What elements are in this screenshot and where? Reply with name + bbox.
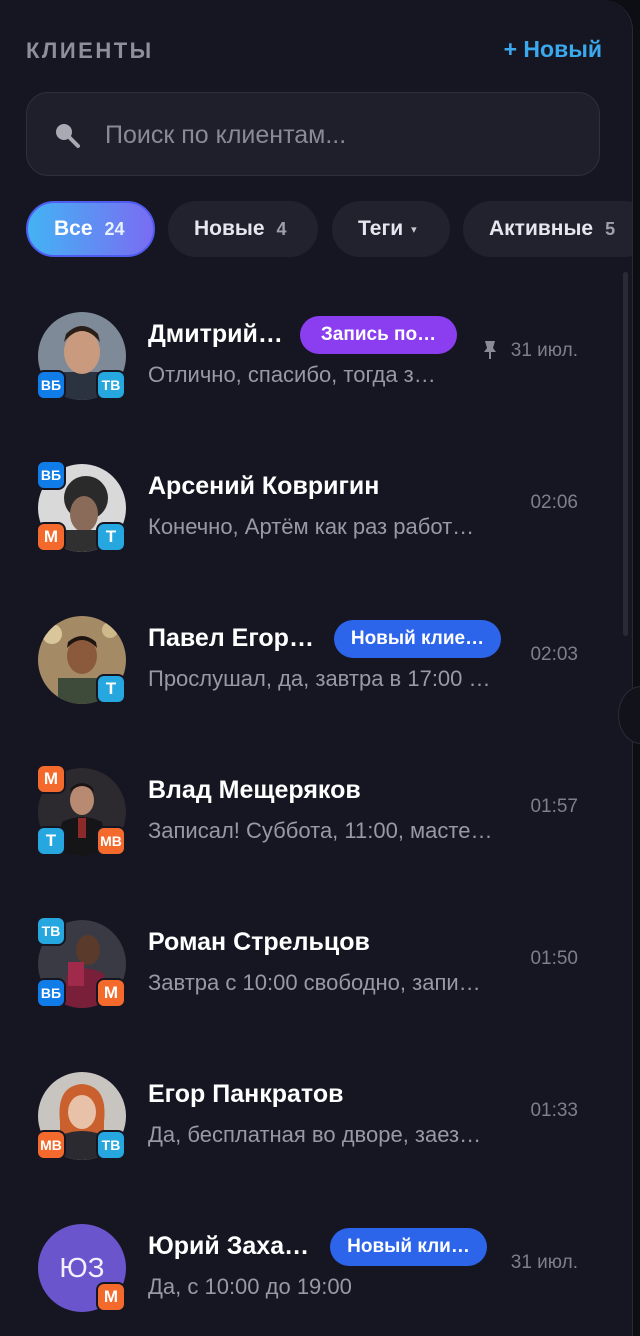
max-badge: М (96, 1282, 126, 1312)
client-time: 01:57 (530, 796, 578, 817)
client-name: Павел Егор… (148, 624, 314, 652)
filter-all[interactable]: Все 24 (26, 201, 155, 257)
filter-count: 4 (276, 218, 287, 239)
vk-badge: ВБ (36, 978, 66, 1008)
filter-label: Новые (194, 217, 265, 240)
client-name: Юрий Заха… (148, 1232, 310, 1260)
scrollbar[interactable] (623, 272, 628, 636)
client-name: Арсений Ковригин (148, 472, 380, 500)
client-tag: Запись по… (300, 316, 457, 354)
client-preview: Да, с 10:00 до 19:00 (148, 1274, 352, 1299)
search-input[interactable] (103, 93, 577, 177)
telegram-badge: ТВ (96, 1130, 126, 1160)
client-time: 01:50 (530, 948, 578, 969)
client-time: 02:06 (530, 492, 578, 513)
client-row[interactable]: ЮЗ М Юрий Заха… Новый кли… 31 июл. Да, с… (0, 1210, 620, 1330)
client-name: Дмитрий… (148, 320, 283, 348)
panel-title: КЛИЕНТЫ (26, 38, 154, 63)
search-icon (56, 124, 80, 148)
client-preview: Конечно, Артём как раз работ… (148, 514, 475, 539)
filter-label: Активные (489, 217, 594, 240)
client-time: 02:03 (530, 644, 578, 665)
filter-label: Все (54, 217, 93, 240)
chevron-down-icon: ▾ (411, 223, 417, 236)
filter-tags[interactable]: Теги ▾ (332, 201, 450, 257)
clients-panel: КЛИЕНТЫ + Новый Все 24 Новые 4 Теги ▾ Ак… (0, 0, 633, 1336)
filter-label: Теги (358, 217, 404, 240)
max-badge: М (36, 764, 66, 794)
client-row[interactable]: ВБ ТВ Дмитрий… Запись по… 31 июл. Отличн… (0, 298, 620, 418)
pin-icon (484, 341, 496, 359)
filter-new[interactable]: Новые 4 (168, 201, 318, 257)
client-row[interactable]: ВБ М Т Арсений Ковригин 02:06 Конечно, А… (0, 450, 620, 570)
max-badge: М (36, 522, 66, 552)
telegram-badge: Т (96, 522, 126, 552)
max-badge: М (96, 978, 126, 1008)
client-name: Роман Стрельцов (148, 928, 370, 956)
client-row[interactable]: Т Павел Егор… Новый клие… 02:03 Прослуша… (0, 602, 620, 722)
client-preview: Отлично, спасибо, тогда з… (148, 362, 436, 387)
client-tag: Новый клие… (334, 620, 501, 658)
client-preview: Записал! Суббота, 11:00, масте… (148, 818, 493, 843)
telegram-badge: ТВ (36, 916, 66, 946)
client-tag: Новый кли… (330, 1228, 487, 1266)
client-row[interactable]: М Т МВ Влад Мещеряков 01:57 Записал! Суб… (0, 754, 620, 874)
filter-count: 24 (104, 218, 125, 239)
client-preview: Завтра с 10:00 свободно, запи… (148, 970, 481, 995)
max-badge: МВ (36, 1130, 66, 1160)
telegram-badge: ТВ (96, 370, 126, 400)
filter-count: 5 (605, 218, 616, 239)
client-name: Влад Мещеряков (148, 776, 361, 804)
filter-active[interactable]: Активные 5 (463, 201, 632, 257)
telegram-badge: Т (36, 826, 66, 856)
client-preview: Прослушал, да, завтра в 17:00 … (148, 666, 491, 691)
panel-header: КЛИЕНТЫ + Новый (26, 36, 602, 66)
telegram-badge: Т (96, 674, 126, 704)
client-row[interactable]: МВ ТВ Егор Панкратов 01:33 Да, бесплатна… (0, 1058, 620, 1178)
filter-chips: Все 24 Новые 4 Теги ▾ Активные 5 (26, 201, 632, 257)
client-row[interactable]: ТВ ВБ М Роман Стрельцов 01:50 Завтра с 1… (0, 906, 620, 1026)
vk-badge: ВБ (36, 370, 66, 400)
client-time: 01:33 (530, 1100, 578, 1121)
client-name: Егор Панкратов (148, 1080, 344, 1108)
client-time: 31 июл. (510, 1252, 578, 1273)
new-client-button[interactable]: + Новый (504, 36, 602, 63)
client-time: 31 июл. (510, 340, 578, 361)
vk-badge: ВБ (36, 460, 66, 490)
client-preview: Да, бесплатная во дворе, заез… (148, 1122, 482, 1147)
search-box[interactable] (26, 92, 600, 177)
max-badge: МВ (96, 826, 126, 856)
